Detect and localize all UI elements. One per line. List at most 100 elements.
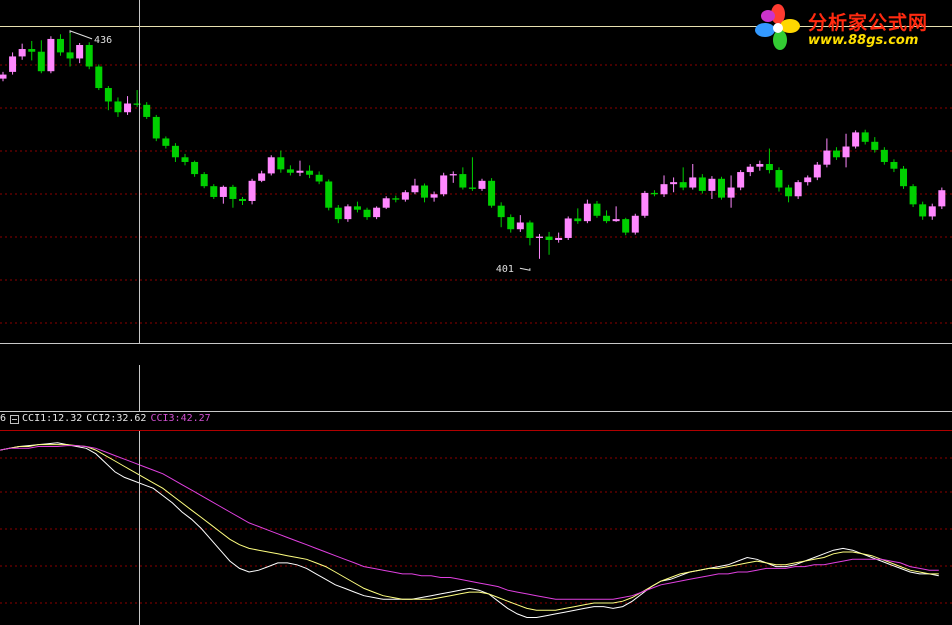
candle-body xyxy=(267,157,275,174)
cci-series-line-3 xyxy=(0,445,939,600)
candle-body xyxy=(871,141,879,150)
candle-body xyxy=(909,186,917,205)
candle-body xyxy=(622,219,630,233)
candle-body xyxy=(66,52,74,59)
candle-body xyxy=(191,161,199,175)
candle-body xyxy=(938,190,946,207)
candle-body xyxy=(56,38,64,53)
candle-body xyxy=(679,182,687,188)
candle-body xyxy=(219,186,227,197)
candle-body xyxy=(325,181,333,208)
candle-body xyxy=(842,146,850,158)
candle-body xyxy=(85,44,93,67)
chart-canvas[interactable]: 436 401 xyxy=(0,0,952,625)
candle-body xyxy=(890,161,898,169)
candle-body xyxy=(229,186,237,199)
candle-body xyxy=(459,174,467,188)
candle-body xyxy=(306,170,314,175)
annotation-leader xyxy=(519,267,531,271)
candle-body xyxy=(143,104,151,117)
candle-body xyxy=(171,145,179,158)
cci-series-line-1 xyxy=(0,442,939,618)
candle-body xyxy=(593,203,601,216)
candle-body xyxy=(200,174,208,187)
cci-series-line-2 xyxy=(0,444,939,611)
candle-body xyxy=(468,187,476,189)
legend-cci1: CCI1:12.32 xyxy=(22,413,83,424)
candle-body xyxy=(401,192,409,200)
candle-body xyxy=(239,198,246,201)
candle-body xyxy=(698,177,706,191)
candle-body xyxy=(535,236,543,238)
candle-body xyxy=(718,178,725,198)
candle-body xyxy=(353,206,361,210)
candle-body xyxy=(152,116,160,139)
candle-body xyxy=(919,204,927,217)
candle-body xyxy=(104,88,112,102)
candle-body xyxy=(488,180,496,206)
candle-body xyxy=(440,175,448,195)
candle-body xyxy=(95,66,103,89)
watermark-title: 分析家公式网 xyxy=(808,12,929,34)
candle-body xyxy=(775,170,783,188)
candle-body xyxy=(746,166,754,173)
candle-body xyxy=(727,187,735,198)
candle-body xyxy=(516,222,524,230)
watermark-url: www.88gs.com xyxy=(808,33,919,48)
candle-body xyxy=(708,178,716,191)
indicator-legend: 6 CCI1:12.32 CCI2:32.62 CCI3:42.27 xyxy=(0,413,211,425)
stock-chart-window: 436 401 分析家公式网 www.88gs.com 6 CCI1:12.32 CC… xyxy=(0,0,952,625)
candle-body xyxy=(852,132,860,147)
candle-body xyxy=(612,219,620,222)
candle-body xyxy=(363,209,371,218)
annotation-label: 436 xyxy=(94,35,112,46)
candle-body xyxy=(373,207,381,218)
candle-body xyxy=(430,194,438,198)
candle-body xyxy=(641,192,649,216)
candle-body xyxy=(583,203,591,222)
candle-body xyxy=(181,157,189,162)
candle-body xyxy=(670,182,678,185)
collapse-icon[interactable] xyxy=(10,415,20,424)
candle-body xyxy=(334,207,342,220)
candle-body xyxy=(296,170,304,173)
candle-body xyxy=(526,222,534,238)
candle-body xyxy=(507,217,515,230)
candle-body xyxy=(37,51,45,72)
candle-body xyxy=(0,74,7,79)
candle-body xyxy=(756,164,764,167)
candle-body xyxy=(277,157,285,170)
candle-body xyxy=(823,150,831,165)
candle-body xyxy=(545,236,553,240)
candle-body xyxy=(497,205,505,218)
candle-body xyxy=(564,218,572,238)
candle-body xyxy=(47,38,55,72)
candle-body xyxy=(478,180,486,189)
candle-body xyxy=(631,215,639,233)
candle-body xyxy=(248,180,256,201)
candle-body xyxy=(765,164,773,171)
candle-body xyxy=(124,103,132,113)
panel-frames xyxy=(0,26,952,431)
candle-body xyxy=(785,187,793,197)
flower-logo-icon xyxy=(755,4,800,50)
candle-body xyxy=(210,186,218,197)
annotation-label: 401 xyxy=(496,264,514,275)
candle-body xyxy=(689,177,697,188)
candle-body xyxy=(449,174,457,176)
candle-body xyxy=(928,206,936,217)
candle-body xyxy=(861,132,869,142)
candle-body xyxy=(813,164,821,178)
candle-body xyxy=(392,198,400,200)
candle-body xyxy=(9,56,17,72)
watermark-logo: 分析家公式网 www.88gs.com xyxy=(750,2,950,54)
candle-body xyxy=(794,182,802,197)
legend-cci2: CCI2:32.62 xyxy=(86,413,147,424)
candle-body xyxy=(804,177,812,183)
candle-body xyxy=(421,185,429,198)
legend-prefix: 6 xyxy=(0,413,7,424)
candle-body xyxy=(76,44,84,59)
candlestick-series xyxy=(0,32,946,259)
candle-body xyxy=(411,185,419,193)
candle-body xyxy=(286,169,294,173)
